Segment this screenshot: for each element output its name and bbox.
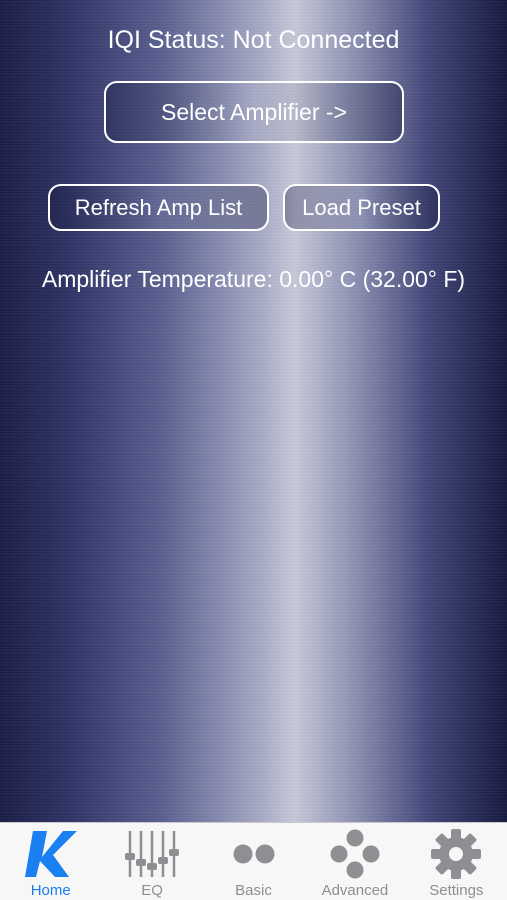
tab-basic-label: Basic [235,882,272,899]
connection-status: IQI Status: Not Connected [107,26,400,54]
tab-advanced-label: Advanced [321,882,389,899]
refresh-amp-list-button[interactable]: Refresh Amp List [48,184,269,231]
tab-settings[interactable]: Settings [406,823,507,900]
tab-bar: Home EQ Basic Advanced Settings [0,822,507,900]
tab-basic[interactable]: Basic [203,823,304,900]
select-amplifier-button[interactable]: Select Amplifier -> [104,81,404,143]
load-preset-button[interactable]: Load Preset [283,184,440,231]
tab-eq[interactable]: EQ [101,823,202,900]
gear-icon [426,828,486,880]
amplifier-temperature: Amplifier Temperature: 0.00° C (32.00° F… [41,266,466,292]
home-screen: IQI Status: Not Connected Select Amplifi… [0,0,507,822]
sliders-icon [122,828,182,880]
tab-settings-label: Settings [429,882,484,899]
tab-home[interactable]: Home [0,823,101,900]
tab-home-label: Home [30,882,71,899]
k-logo-icon [21,828,81,880]
two-dots-icon [224,828,284,880]
tab-advanced[interactable]: Advanced [304,823,405,900]
dots-cluster-icon [325,828,385,880]
tab-eq-label: EQ [141,882,163,899]
